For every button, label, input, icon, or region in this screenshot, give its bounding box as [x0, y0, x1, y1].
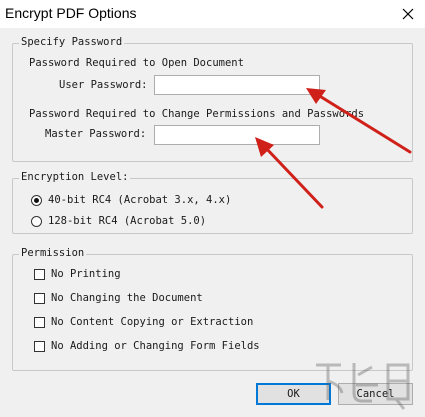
user-password-input[interactable] [154, 75, 320, 95]
master-password-input[interactable] [154, 125, 320, 145]
close-icon [402, 8, 414, 20]
close-button[interactable] [391, 0, 425, 28]
permission-group: Permission No Printing No Changing the D… [12, 247, 413, 371]
permission-label: No Adding or Changing Form Fields [51, 340, 260, 352]
open-password-heading: Password Required to Open Document [29, 57, 244, 69]
password-group: Specify Password Password Required to Op… [12, 36, 413, 162]
radio-128bit[interactable] [31, 216, 42, 227]
permissions-password-heading: Password Required to Change Permissions … [29, 108, 365, 120]
checkbox-no-form-fields[interactable] [34, 341, 45, 352]
window-title: Encrypt PDF Options [5, 5, 137, 21]
permission-label: No Content Copying or Extraction [51, 316, 254, 328]
checkbox-no-printing[interactable] [34, 269, 45, 280]
permission-label: No Printing [51, 268, 121, 280]
permission-group-legend: Permission [19, 247, 87, 259]
checkbox-no-copying[interactable] [34, 317, 45, 328]
user-password-label: User Password: [59, 79, 148, 91]
permission-label: No Changing the Document [51, 292, 203, 304]
encryption-group: Encryption Level: 40-bit RC4 (Acrobat 3.… [12, 171, 413, 234]
master-password-label: Master Password: [45, 128, 147, 140]
title-bar: Encrypt PDF Options [0, 0, 425, 28]
radio-40bit[interactable] [31, 195, 42, 206]
encryption-option-label: 40-bit RC4 (Acrobat 3.x, 4.x) [48, 194, 232, 206]
password-group-legend: Specify Password [19, 36, 125, 48]
encryption-group-legend: Encryption Level: [19, 171, 131, 183]
watermark-logo [316, 363, 410, 410]
checkbox-no-changing[interactable] [34, 293, 45, 304]
encryption-option-label: 128-bit RC4 (Acrobat 5.0) [48, 215, 207, 227]
